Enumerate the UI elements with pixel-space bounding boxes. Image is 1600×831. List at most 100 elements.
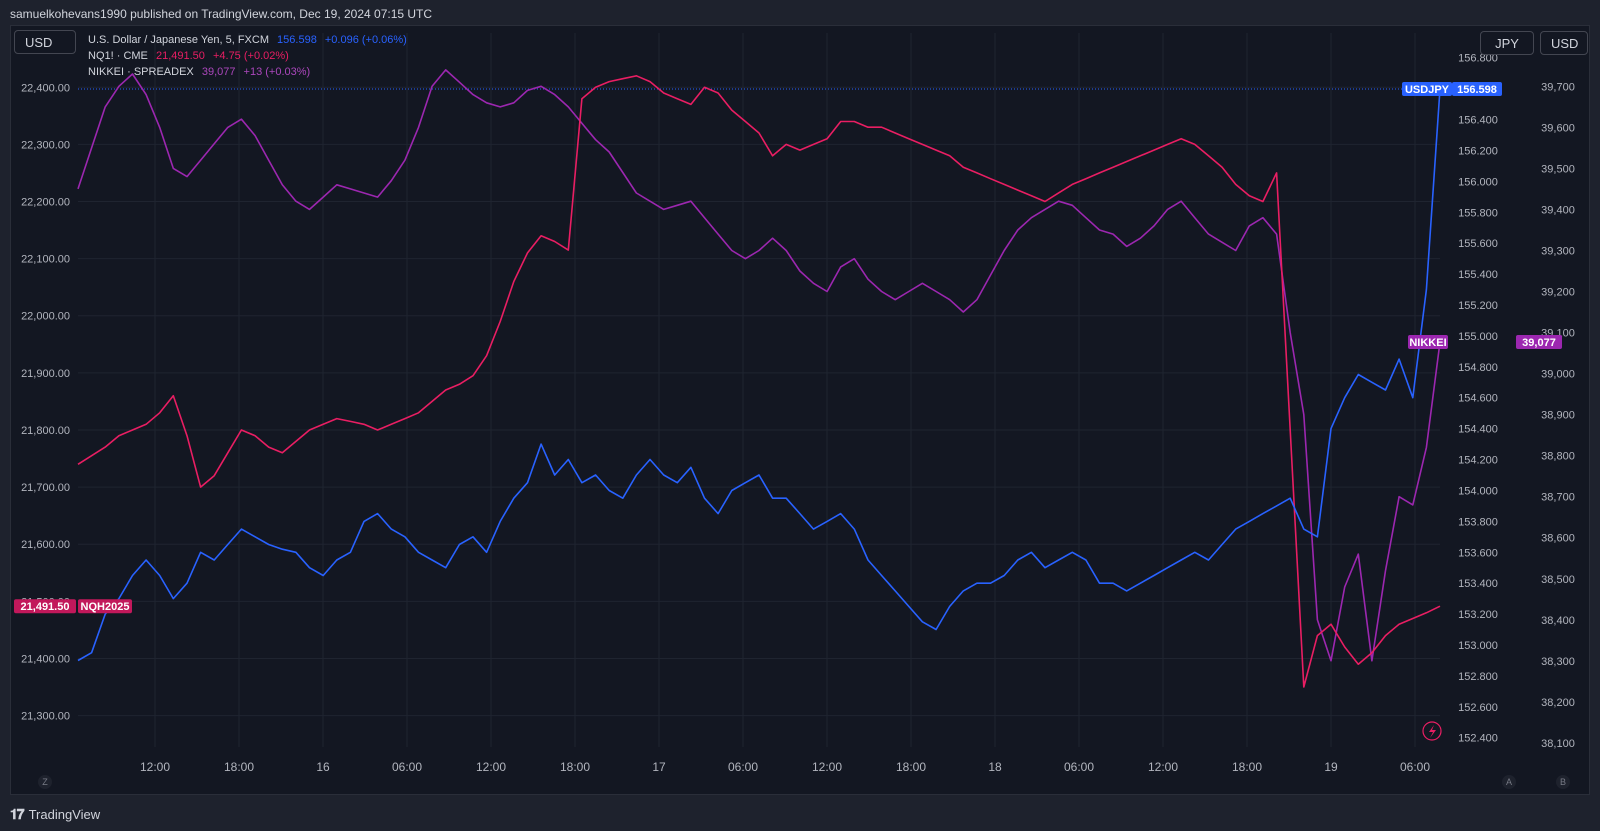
nikkei-tick-label: 38,300: [1541, 656, 1575, 668]
x-tick-label: 06:00: [392, 760, 422, 774]
chart-canvas[interactable]: 12:00 18:00 16 06:00 12:00 18:00 17 06:00 12:00 1…: [10, 25, 1590, 795]
timezone-toggle[interactable]: Z: [38, 775, 52, 789]
jpy-tick-label: 154.000: [1458, 485, 1498, 497]
series-line-usdjpy[interactable]: [77, 88, 1441, 662]
x-tick-label: 06:00: [1400, 760, 1430, 774]
x-tick-label: 12:00: [1148, 760, 1178, 774]
nikkei-series-tag: NIKKEI: [1409, 337, 1446, 349]
jpy-tick-label: 156.400: [1458, 115, 1498, 127]
legend-name: NIKKEI · SPREADEX: [88, 66, 194, 78]
nikkei-tick-label: 39,200: [1541, 287, 1575, 299]
left-tick-label: 22,400.00: [21, 82, 70, 94]
x-tick-label: 18:00: [560, 760, 590, 774]
left-tick-label: 21,700.00: [21, 482, 70, 494]
x-tick-label: 18:00: [224, 760, 254, 774]
jpy-tick-label: 155.600: [1458, 238, 1498, 250]
series-lines: [77, 69, 1441, 688]
legend-row-usdjpy[interactable]: U.S. Dollar / Japanese Yen, 5, FXCM 156.…: [88, 32, 412, 48]
nikkei-tick-label: 38,100: [1541, 738, 1575, 750]
nikkei-tick-label: 38,800: [1541, 451, 1575, 463]
jpy-scale-button[interactable]: JPY: [1480, 31, 1534, 55]
scale-b-toggle[interactable]: B: [1556, 775, 1570, 789]
nikkei-tick-label: 39,000: [1541, 369, 1575, 381]
nikkei-tick-label: 39,600: [1541, 122, 1575, 134]
jpy-tick-label: 152.400: [1458, 733, 1498, 745]
nikkei-tick-label: 38,400: [1541, 615, 1575, 627]
series-line-nikkei[interactable]: [77, 69, 1441, 662]
nikkei-tick-label: 38,500: [1541, 574, 1575, 586]
jpy-tick-label: 155.800: [1458, 207, 1498, 219]
jpy-tick-label: 155.400: [1458, 269, 1498, 281]
legend-name: U.S. Dollar / Japanese Yen, 5, FXCM: [88, 34, 269, 46]
legend-value: 39,077: [201, 66, 236, 78]
jpy-tick-label: 153.600: [1458, 547, 1498, 559]
jpy-tick-label: 154.200: [1458, 455, 1498, 467]
jpy-tick-label: 156.000: [1458, 176, 1498, 188]
left-currency-button[interactable]: USD: [14, 30, 76, 54]
tradingview-brand[interactable]: 𝟏𝟕 TradingView: [10, 806, 100, 823]
nikkei-tick-label: 39,300: [1541, 245, 1575, 257]
x-tick-label: 17: [652, 760, 666, 774]
publish-caption: samuelkohevans1990 published on TradingV…: [10, 7, 433, 21]
series-legend: U.S. Dollar / Japanese Yen, 5, FXCM 156.…: [88, 32, 412, 80]
usd-scale-button[interactable]: USD: [1540, 31, 1588, 55]
nikkei-tick-label: 38,900: [1541, 410, 1575, 422]
left-tick-label: 22,000.00: [21, 311, 70, 323]
legend-change: +4.75 (+0.02%): [212, 50, 289, 62]
jpy-tick-label: 152.600: [1458, 702, 1498, 714]
jpy-tick-label: 153.800: [1458, 516, 1498, 528]
x-tick-label: 06:00: [1064, 760, 1094, 774]
left-tick-label: 21,800.00: [21, 425, 70, 437]
jpy-tick-label: 152.800: [1458, 671, 1498, 683]
legend-name: NQ1! · CME: [88, 50, 148, 62]
legend-change: +13 (+0.03%): [243, 66, 311, 78]
legend-value: 156.598: [277, 34, 317, 46]
nikkei-tick-label: 39,500: [1541, 163, 1575, 175]
auto-scale-toggle[interactable]: A: [1502, 775, 1516, 789]
nikkei-tick-label: 38,200: [1541, 697, 1575, 709]
lightning-icon: [1429, 725, 1436, 738]
x-tick-label: 06:00: [728, 760, 758, 774]
axes: 12:00 18:00 16 06:00 12:00 18:00 17 06:00 12:00 1…: [21, 53, 1575, 774]
tradingview-logo-icon: 𝟏𝟕: [10, 806, 25, 822]
jpy-tick-label: 154.400: [1458, 424, 1498, 436]
jpy-tick-label: 154.800: [1458, 362, 1498, 374]
x-tick-label: 19: [1324, 760, 1338, 774]
nikkei-tick-label: 38,700: [1541, 492, 1575, 504]
left-tick-label: 21,400.00: [21, 653, 70, 665]
nikkei-tick-label: 39,400: [1541, 204, 1575, 216]
legend-row-nq[interactable]: NQ1! · CME 21,491.50 +4.75 (+0.02%): [88, 48, 412, 64]
nikkei-tick-label: 38,600: [1541, 533, 1575, 545]
series-line-nq[interactable]: [77, 75, 1441, 688]
x-tick-label: 18: [988, 760, 1002, 774]
legend-value: 21,491.50: [155, 50, 205, 62]
usdjpy-price-tag: 156.598: [1457, 84, 1497, 96]
x-tick-label: 18:00: [1232, 760, 1262, 774]
x-tick-label: 16: [316, 760, 330, 774]
left-tick-label: 21,300.00: [21, 711, 70, 723]
nikkei-price-tag: 39,077: [1522, 337, 1556, 349]
usdjpy-series-tag: USDJPY: [1405, 84, 1450, 96]
jpy-tick-label: 154.600: [1458, 393, 1498, 405]
nikkei-tick-label: 39,700: [1541, 81, 1575, 93]
brand-name: TradingView: [28, 807, 101, 822]
x-tick-label: 12:00: [476, 760, 506, 774]
nq-price-tag: 21,491.50: [21, 601, 70, 613]
nq-series-tag: NQH2025: [81, 601, 130, 613]
price-labels: USDJPY 156.598 21,491.50 NQH2025 NIKKEI 39,07…: [14, 81, 1562, 741]
left-tick-label: 22,100.00: [21, 254, 70, 266]
left-tick-label: 21,600.00: [21, 539, 70, 551]
left-tick-label: 22,200.00: [21, 197, 70, 209]
legend-change: +0.096 (+0.06%): [324, 34, 407, 46]
left-tick-label: 21,900.00: [21, 368, 70, 380]
jpy-tick-label: 153.000: [1458, 640, 1498, 652]
jpy-tick-label: 153.400: [1458, 578, 1498, 590]
x-tick-label: 12:00: [812, 760, 842, 774]
x-tick-label: 18:00: [896, 760, 926, 774]
jpy-tick-label: 156.200: [1458, 145, 1498, 157]
legend-row-nikkei[interactable]: NIKKEI · SPREADEX 39,077 +13 (+0.03%): [88, 64, 412, 80]
jpy-tick-label: 153.200: [1458, 609, 1498, 621]
grid-lines: [78, 33, 1440, 747]
x-tick-label: 12:00: [140, 760, 170, 774]
left-tick-label: 22,300.00: [21, 139, 70, 151]
